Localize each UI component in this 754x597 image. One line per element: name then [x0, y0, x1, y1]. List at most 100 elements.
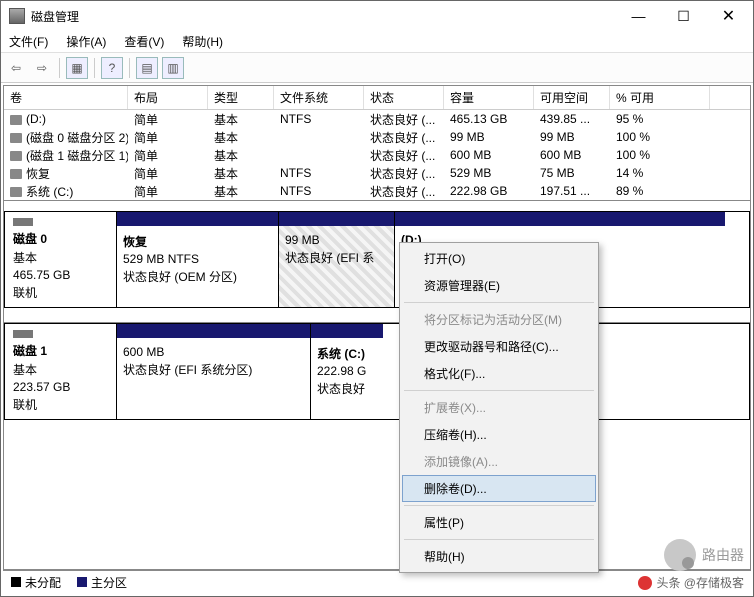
cell-status: 状态良好 (...: [364, 165, 444, 182]
table-row[interactable]: 恢复简单基本NTFS状态良好 (...529 MB75 MB14 %: [4, 164, 750, 182]
col-volume[interactable]: 卷: [4, 86, 128, 109]
ctx-separator: [404, 390, 594, 391]
partition-status: 状态良好: [317, 380, 377, 397]
cell-free: 197.51 ...: [534, 184, 610, 198]
view-bottom-icon[interactable]: ▥: [162, 57, 184, 79]
disk-icon: [13, 218, 33, 226]
menu-action[interactable]: 操作(A): [66, 33, 106, 50]
volume-icon: [10, 169, 22, 179]
cell-fs: NTFS: [274, 112, 364, 126]
col-fs[interactable]: 文件系统: [274, 86, 364, 109]
table-row[interactable]: (D:)简单基本NTFS状态良好 (...465.13 GB439.85 ...…: [4, 110, 750, 128]
view-list-icon[interactable]: ▦: [66, 57, 88, 79]
watermark: 路由器: [664, 539, 744, 571]
disk-state: 联机: [13, 396, 110, 413]
cell-free: 75 MB: [534, 166, 610, 180]
ctx-delete-volume[interactable]: 删除卷(D)...: [402, 475, 596, 502]
cell-type: 基本: [208, 129, 274, 146]
partition-size: 99 MB: [285, 233, 388, 247]
disk-name: 磁盘 0: [13, 230, 110, 247]
forward-icon[interactable]: ⇨: [31, 57, 53, 79]
cell-status: 状态良好 (...: [364, 111, 444, 128]
partition-size: 529 MB NTFS: [123, 252, 272, 266]
col-layout[interactable]: 布局: [128, 86, 208, 109]
disk-icon: [13, 330, 33, 338]
cell-free: 439.85 ...: [534, 112, 610, 126]
cell-layout: 简单: [128, 183, 208, 200]
cell-free: 99 MB: [534, 130, 610, 144]
disk-row: 磁盘 0基本465.75 GB联机恢复529 MB NTFS状态良好 (OEM …: [4, 211, 750, 308]
volume-icon: [10, 151, 22, 161]
disk-type: 基本: [13, 249, 110, 266]
view-top-icon[interactable]: ▤: [136, 57, 158, 79]
toolbar-separator: [94, 58, 95, 78]
ctx-format[interactable]: 格式化(F)...: [402, 360, 596, 387]
ctx-extend: 扩展卷(X)...: [402, 394, 596, 421]
table-row[interactable]: 系统 (C:)简单基本NTFS状态良好 (...222.98 GB197.51 …: [4, 182, 750, 200]
ctx-separator: [404, 302, 594, 303]
titlebar[interactable]: 磁盘管理 — ☐ ✕: [1, 1, 753, 31]
cell-status: 状态良好 (...: [364, 147, 444, 164]
ctx-help[interactable]: 帮助(H): [402, 543, 596, 570]
col-type[interactable]: 类型: [208, 86, 274, 109]
cell-status: 状态良好 (...: [364, 129, 444, 146]
col-capacity[interactable]: 容量: [444, 86, 534, 109]
watermark-text: 路由器: [702, 545, 744, 565]
window-title: 磁盘管理: [31, 8, 616, 25]
menubar: 文件(F) 操作(A) 查看(V) 帮助(H): [1, 31, 753, 53]
volume-icon: [10, 187, 22, 197]
col-pct[interactable]: % 可用: [610, 86, 710, 109]
toutiao-icon: [638, 576, 652, 590]
volume-icon: [10, 115, 22, 125]
minimize-button[interactable]: —: [616, 2, 661, 30]
partition[interactable]: 99 MB状态良好 (EFI 系: [279, 212, 395, 307]
cell-type: 基本: [208, 147, 274, 164]
cell-pct: 95 %: [610, 112, 710, 126]
cell-type: 基本: [208, 165, 274, 182]
partition-size: 222.98 G: [317, 364, 377, 378]
attribution: 头条 @存储极客: [638, 574, 744, 591]
app-icon: [9, 8, 25, 24]
partition-band: [311, 324, 383, 338]
cell-pct: 14 %: [610, 166, 710, 180]
disk-info[interactable]: 磁盘 0基本465.75 GB联机: [4, 211, 116, 308]
cell-status: 状态良好 (...: [364, 183, 444, 200]
menu-file[interactable]: 文件(F): [9, 33, 48, 50]
cell-cap: 600 MB: [444, 148, 534, 162]
back-icon[interactable]: ⇦: [5, 57, 27, 79]
col-status[interactable]: 状态: [364, 86, 444, 109]
ctx-mirror: 添加镜像(A)...: [402, 448, 596, 475]
partition-size: 600 MB: [123, 345, 304, 359]
help-icon[interactable]: ?: [101, 57, 123, 79]
partition[interactable]: 系统 (C:)222.98 G状态良好: [311, 324, 383, 419]
partition-title: 恢复: [123, 233, 272, 250]
cell-layout: 简单: [128, 147, 208, 164]
ctx-explorer[interactable]: 资源管理器(E): [402, 272, 596, 299]
router-icon: [664, 539, 696, 571]
cell-vol: 系统 (C:): [4, 183, 128, 200]
cell-cap: 222.98 GB: [444, 184, 534, 198]
ctx-properties[interactable]: 属性(P): [402, 509, 596, 536]
cell-layout: 简单: [128, 129, 208, 146]
disk-info[interactable]: 磁盘 1基本223.57 GB联机: [4, 323, 116, 420]
table-row[interactable]: (磁盘 0 磁盘分区 2)简单基本状态良好 (...99 MB99 MB100 …: [4, 128, 750, 146]
disk-name: 磁盘 1: [13, 342, 110, 359]
maximize-button[interactable]: ☐: [661, 2, 706, 30]
partition[interactable]: 恢复529 MB NTFS状态良好 (OEM 分区): [117, 212, 279, 307]
ctx-separator: [404, 539, 594, 540]
close-button[interactable]: ✕: [706, 2, 751, 30]
ctx-change-letter[interactable]: 更改驱动器号和路径(C)...: [402, 333, 596, 360]
col-free[interactable]: 可用空间: [534, 86, 610, 109]
table-row[interactable]: (磁盘 1 磁盘分区 1)简单基本状态良好 (...600 MB600 MB10…: [4, 146, 750, 164]
disk-row: 磁盘 1基本223.57 GB联机600 MB状态良好 (EFI 系统分区)系统…: [4, 322, 750, 420]
ctx-open[interactable]: 打开(O): [402, 245, 596, 272]
menu-help[interactable]: 帮助(H): [182, 33, 223, 50]
partition[interactable]: 600 MB状态良好 (EFI 系统分区): [117, 324, 311, 419]
disk-state: 联机: [13, 284, 110, 301]
menu-view[interactable]: 查看(V): [124, 33, 164, 50]
attribution-text: 头条 @存储极客: [656, 574, 744, 591]
disk-map[interactable]: 磁盘 0基本465.75 GB联机恢复529 MB NTFS状态良好 (OEM …: [3, 201, 751, 570]
ctx-shrink[interactable]: 压缩卷(H)...: [402, 421, 596, 448]
volume-list[interactable]: 卷 布局 类型 文件系统 状态 容量 可用空间 % 可用 (D:)简单基本NTF…: [3, 85, 751, 201]
cell-cap: 99 MB: [444, 130, 534, 144]
